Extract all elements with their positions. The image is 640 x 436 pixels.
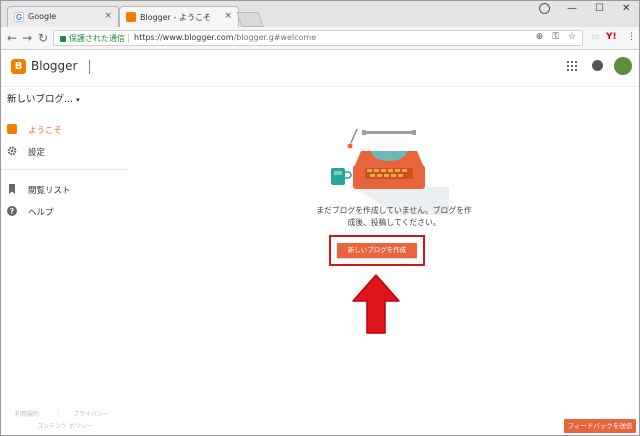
help-icon: ? — [7, 206, 17, 216]
url-host: https://www.blogger.com — [134, 33, 234, 42]
footer-separator: | — [57, 409, 60, 416]
extension-icon[interactable]: ▭ — [591, 32, 600, 42]
empty-state-message: まだブログを作成していません。ブログを作 成後、投稿してください。 — [279, 205, 509, 229]
browser-menu-icon[interactable]: ⋮ — [627, 32, 636, 42]
sidebar-item-label: ヘルプ — [28, 208, 54, 218]
sidebar-item-reading-list[interactable]: 閲覧リスト — [7, 184, 71, 196]
forward-icon[interactable]: → — [22, 31, 32, 45]
blogger-logo-icon[interactable]: B — [11, 59, 26, 74]
url-path: /blogger.g#welcome — [233, 33, 317, 42]
omnibox-icons: ⊕ ⚿ ☆ — [536, 32, 576, 42]
blogger-icon — [7, 124, 17, 134]
main-content: まだブログを作成していません。ブログを作 成後、投稿してください。 新しいブログ… — [129, 87, 639, 435]
sidebar-item-settings[interactable]: 設定 — [7, 146, 45, 158]
key-icon[interactable]: ⚿ — [552, 32, 559, 42]
tab-strip: G Google × Blogger - ようこそ × — ☐ ✕ — [1, 1, 639, 27]
svg-text:G: G — [16, 13, 22, 22]
app-header: B Blogger — [1, 50, 639, 87]
omnibox-separator — [128, 34, 129, 43]
highlight-box: 新しいブログを作成 — [329, 235, 425, 266]
blog-selector[interactable]: 新しいブログ... ▾ — [7, 91, 80, 105]
minimize-icon[interactable]: — — [567, 3, 577, 14]
star-icon[interactable]: ☆ — [568, 32, 576, 42]
tab-google[interactable]: G Google × — [7, 6, 119, 27]
empty-state-line: まだブログを作成していません。ブログを作 — [316, 206, 472, 215]
brand-name[interactable]: Blogger — [31, 59, 77, 73]
typewriter-illustration-icon — [331, 128, 449, 215]
apps-grid-icon[interactable] — [567, 61, 577, 71]
maximize-icon[interactable]: ☐ — [595, 3, 604, 14]
terms-link[interactable]: 利用規約 — [15, 409, 39, 418]
blogger-favicon-icon — [126, 12, 136, 22]
create-blog-button[interactable]: 新しいブログを作成 — [337, 243, 417, 258]
sidebar-item-help[interactable]: ? ヘルプ — [7, 206, 54, 218]
chevron-down-icon: ▾ — [76, 96, 80, 104]
sidebar: 新しいブログ... ▾ ようこそ 設定 閲覧リスト ? ヘルプ 利用規約 | プラ… — [1, 87, 129, 435]
close-tab-icon[interactable]: × — [224, 11, 232, 21]
new-tab-button[interactable] — [236, 12, 264, 27]
tab-blogger[interactable]: Blogger - ようこそ × — [119, 6, 239, 27]
tab-title: Google — [28, 12, 57, 21]
tab-title: Blogger - ようこそ — [140, 13, 211, 22]
notifications-icon[interactable] — [592, 60, 603, 71]
address-bar[interactable]: 保護された通信 https://www.blogger.com/blogger.… — [53, 30, 583, 46]
sidebar-item-welcome[interactable]: ようこそ — [7, 124, 62, 136]
sidebar-item-label: 閲覧リスト — [28, 186, 71, 196]
yahoo-extension-icon[interactable]: Y! — [606, 32, 617, 42]
svg-text:?: ? — [10, 207, 14, 216]
content-policy-link[interactable]: コンテンツ ポリシー — [37, 421, 93, 430]
gear-icon — [7, 146, 17, 156]
blog-selector-label: 新しいブログ... — [7, 94, 74, 105]
header-divider — [89, 60, 90, 74]
secure-indicator[interactable]: 保護された通信 — [60, 33, 125, 44]
profile-icon[interactable] — [539, 3, 550, 14]
browser-toolbar: ← → ↻ 保護された通信 https://www.blogger.com/bl… — [1, 27, 639, 50]
secure-label: 保護された通信 — [69, 34, 125, 43]
sidebar-divider — [1, 169, 129, 170]
zoom-icon[interactable]: ⊕ — [536, 32, 544, 42]
sidebar-item-label: ようこそ — [28, 126, 63, 136]
feedback-button[interactable]: フィードバックを送信 — [564, 419, 636, 433]
up-arrow-icon — [352, 274, 400, 334]
browser-window: G Google × Blogger - ようこそ × — ☐ ✕ ← → ↻ … — [0, 0, 640, 436]
privacy-link[interactable]: プライバシー — [73, 409, 109, 418]
bookmark-icon — [7, 184, 17, 194]
avatar[interactable] — [614, 57, 632, 75]
sidebar-item-label: 設定 — [28, 148, 46, 158]
back-icon[interactable]: ← — [7, 31, 17, 45]
url-text[interactable]: https://www.blogger.com/blogger.g#welcom… — [134, 33, 316, 42]
reload-icon[interactable]: ↻ — [38, 31, 48, 45]
google-favicon-icon: G — [14, 12, 24, 22]
lock-icon — [60, 36, 66, 42]
close-window-icon[interactable]: ✕ — [622, 3, 630, 14]
empty-state-line: 成後、投稿してください。 — [347, 218, 441, 227]
close-tab-icon[interactable]: × — [104, 11, 112, 21]
